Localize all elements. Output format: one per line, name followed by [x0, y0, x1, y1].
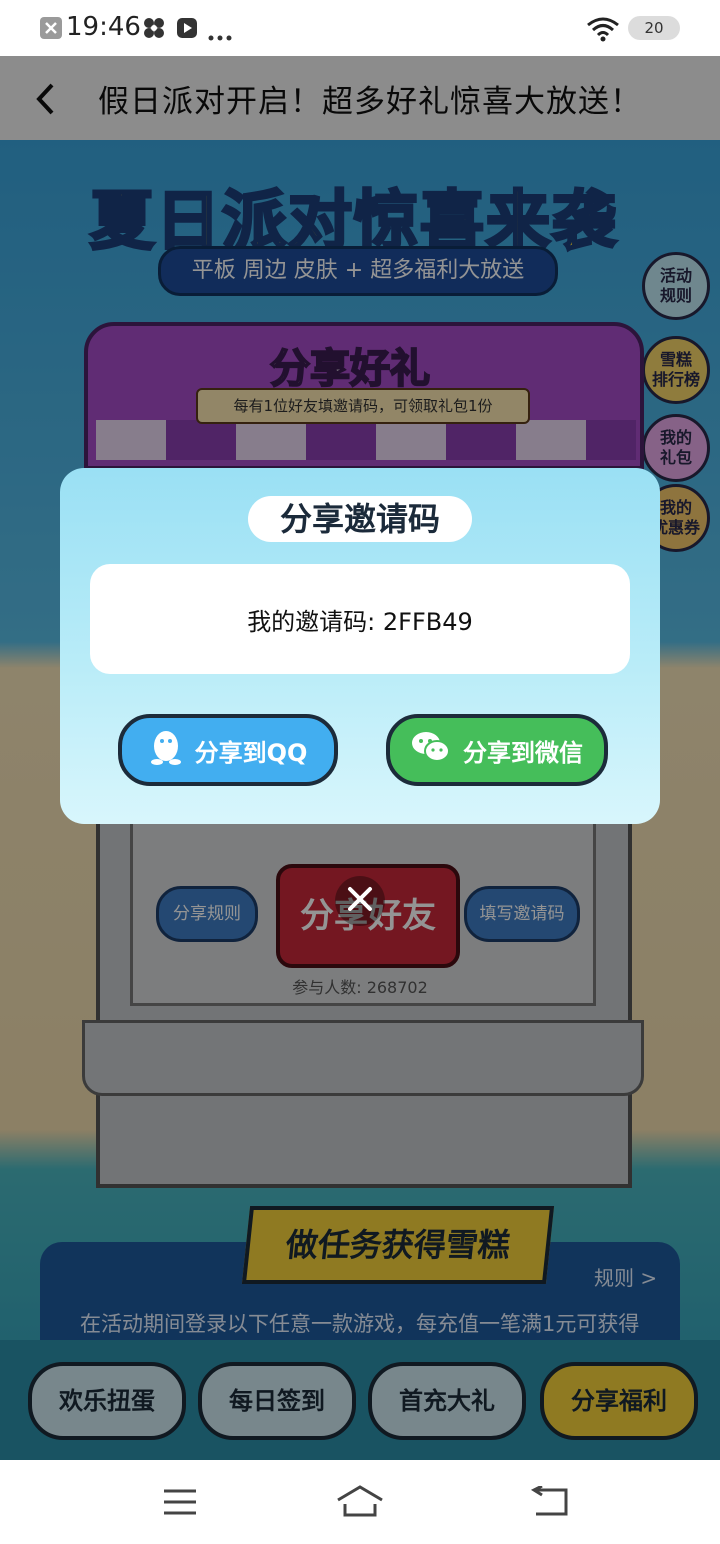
pinwheel-icon: [142, 16, 166, 44]
wifi-icon: [586, 16, 620, 46]
status-time: 19:46: [66, 12, 141, 42]
home-icon[interactable]: [336, 1484, 384, 1522]
menu-icon[interactable]: [162, 1488, 198, 1520]
dialog-close-button[interactable]: [335, 876, 385, 926]
notification-x-icon: [40, 17, 62, 39]
invite-code-text: 我的邀请码: 2FFB49: [247, 608, 473, 636]
share-to-qq-button[interactable]: 分享到QQ: [118, 714, 338, 786]
dialog-title: 分享邀请码: [248, 496, 472, 542]
status-bar: 19:46 20: [0, 0, 720, 56]
more-dots-icon: [208, 26, 232, 45]
qq-penguin-icon: [149, 728, 183, 772]
close-icon: [345, 884, 375, 918]
battery-indicator: 20: [628, 16, 680, 40]
invite-code-box: 我的邀请码: 2FFB49: [90, 564, 630, 674]
system-nav-bar: [0, 1460, 720, 1544]
wechat-icon: [411, 730, 451, 770]
share-to-qq-label: 分享到QQ: [194, 738, 308, 767]
back-icon[interactable]: [530, 1484, 570, 1522]
play-icon: [176, 17, 198, 43]
invite-code-dialog: 分享邀请码 我的邀请码: 2FFB49 分享到QQ 分享到微信: [60, 468, 660, 824]
share-to-wechat-button[interactable]: 分享到微信: [386, 714, 608, 786]
share-to-wechat-label: 分享到微信: [463, 738, 583, 767]
